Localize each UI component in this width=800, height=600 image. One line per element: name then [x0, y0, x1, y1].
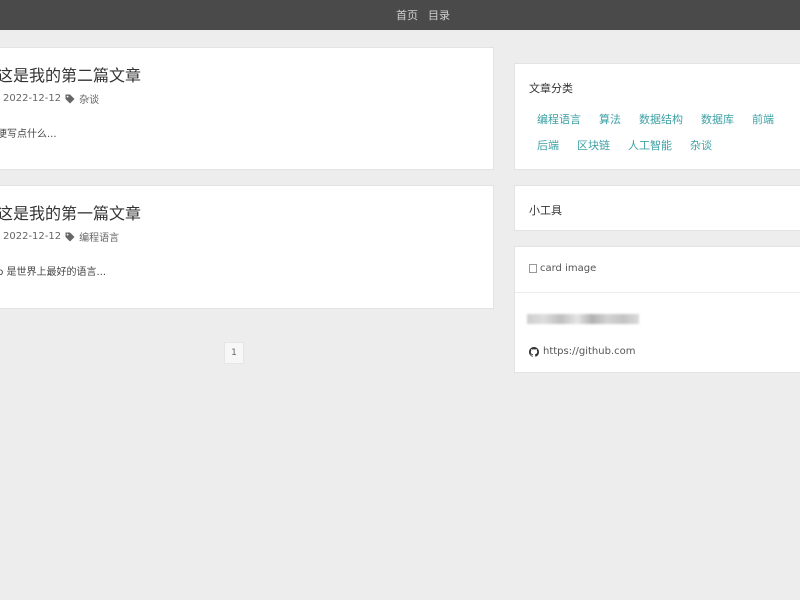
card-image-alt-text: card image	[540, 263, 597, 274]
post-category-link[interactable]: 杂谈	[79, 91, 99, 106]
top-navbar: 首页 目录	[0, 0, 800, 30]
category-link[interactable]: 杂谈	[690, 137, 712, 153]
github-link[interactable]: https://github.com	[529, 346, 635, 357]
category-list: 后端 区块链 人工智能 杂谈	[537, 137, 730, 153]
pagination-page-button[interactable]: 1	[224, 342, 244, 364]
github-link-text[interactable]: https://github.com	[543, 346, 635, 357]
github-icon	[529, 346, 539, 357]
category-link[interactable]: 前端	[752, 111, 774, 127]
post-card: 这是我的第一篇文章 2022-12-12 编程语言 p 是世界上最好的语言...	[0, 185, 494, 309]
category-link[interactable]: 后端	[537, 137, 559, 153]
category-link[interactable]: 数据库	[701, 111, 734, 127]
category-link[interactable]: 数据结构	[639, 111, 683, 127]
post-title[interactable]: 这是我的第二篇文章	[0, 62, 141, 86]
category-card-title: 文章分类	[529, 82, 573, 95]
post-date: 2022-12-12	[3, 93, 62, 104]
tag-icon	[65, 94, 75, 103]
blurred-username	[527, 314, 639, 324]
category-link[interactable]: 区块链	[577, 137, 610, 153]
tools-card: 小工具	[514, 185, 800, 231]
category-card: 文章分类 编程语言 算法 数据结构 数据库 前端 后端 区块链 人工智能 杂谈	[514, 63, 800, 170]
divider	[515, 292, 800, 293]
card-image: card image	[529, 263, 596, 274]
post-meta: 2022-12-12 编程语言	[3, 229, 119, 244]
post-category-link[interactable]: 编程语言	[79, 229, 119, 244]
tag-icon	[65, 232, 75, 241]
post-meta: 2022-12-12 杂谈	[3, 91, 99, 106]
category-list: 编程语言 算法 数据结构 数据库 前端	[537, 111, 792, 127]
tools-card-title: 小工具	[529, 204, 562, 217]
post-date: 2022-12-12	[3, 231, 62, 242]
profile-card: card image https://github.com	[514, 246, 800, 373]
category-link[interactable]: 算法	[599, 111, 621, 127]
post-excerpt: 便写点什么...	[0, 129, 57, 140]
nav-menu: 首页 目录	[396, 0, 450, 30]
broken-image-icon	[529, 264, 537, 273]
post-title[interactable]: 这是我的第一篇文章	[0, 200, 141, 224]
nav-home-link[interactable]: 首页	[396, 7, 418, 23]
category-link[interactable]: 人工智能	[628, 137, 672, 153]
post-card: 这是我的第二篇文章 2022-12-12 杂谈 便写点什么...	[0, 47, 494, 170]
nav-catalog-link[interactable]: 目录	[428, 7, 450, 23]
category-link[interactable]: 编程语言	[537, 111, 581, 127]
post-excerpt: p 是世界上最好的语言...	[0, 267, 107, 278]
